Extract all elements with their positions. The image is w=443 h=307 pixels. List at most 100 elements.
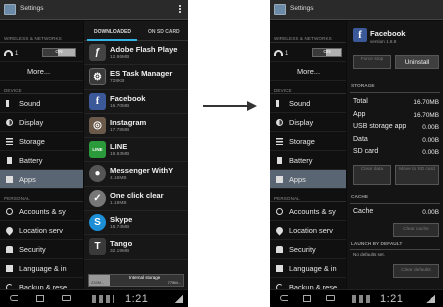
sidebar-item-accounts[interactable]: Accounts & sy xyxy=(0,202,83,221)
app-name: Adobe Flash Playe xyxy=(110,45,178,54)
sidebar-item-storage[interactable]: Storage xyxy=(270,132,346,151)
clock: 1:21 xyxy=(380,293,404,305)
app-icon: ● xyxy=(89,165,106,183)
tab-on-sd-card[interactable]: ON SD CARD xyxy=(148,29,180,35)
section-device: DEVICE xyxy=(0,81,83,94)
app-title: Settings xyxy=(290,5,314,12)
app-name: Instagram xyxy=(110,117,147,127)
apps-icon xyxy=(6,176,13,183)
settings-app-icon[interactable] xyxy=(274,4,286,15)
app-header: f Facebook version 1.8.9 xyxy=(347,21,443,48)
app-name: Skype xyxy=(110,215,133,225)
sidebar-item-sound[interactable]: Sound xyxy=(270,94,346,113)
app-list-item[interactable]: ● Messenger WithY 4.16MB xyxy=(84,162,188,187)
app-size: 32.19MB xyxy=(110,249,130,255)
sidebar-item-language[interactable]: Language & in xyxy=(270,259,346,278)
app-name: Facebook xyxy=(110,93,146,103)
clear-data-button[interactable]: Clear data xyxy=(353,165,391,185)
uninstall-button[interactable]: Uninstall xyxy=(395,55,439,69)
sidebar-item-sound[interactable]: Sound xyxy=(0,94,83,113)
storage-row: Data 0.00B xyxy=(353,135,439,144)
sidebar-item-more[interactable]: More... xyxy=(0,62,83,81)
sidebar-item-location[interactable]: Location serv xyxy=(0,221,83,240)
sidebar-item-battery[interactable]: Battery xyxy=(0,151,83,170)
app-size: 12.86MB xyxy=(110,55,130,60)
app-list-item[interactable]: ƒ Adobe Flash Playe 12.86MB xyxy=(84,41,188,66)
app-size: 16.74MB xyxy=(110,225,130,231)
battery-icon xyxy=(277,157,282,164)
recent-apps-icon[interactable] xyxy=(62,295,71,301)
home-icon[interactable] xyxy=(303,295,311,302)
notification-icons[interactable] xyxy=(352,295,370,303)
comparison-figure: Settings WIRELESS & NETWORKS 1 ON More..… xyxy=(0,0,443,307)
settings-app-icon[interactable] xyxy=(4,4,16,15)
app-list-item[interactable]: T Tango 32.19MB xyxy=(84,235,188,260)
storage-icon xyxy=(6,138,13,145)
sidebar-item-wifi[interactable]: 1 ON xyxy=(0,43,83,62)
battery-icon xyxy=(7,157,12,164)
no-defaults-text: No defaults set. xyxy=(353,252,385,257)
wifi-toggle[interactable]: ON xyxy=(42,48,76,57)
section-wireless: WIRELESS & NETWORKS xyxy=(270,21,346,43)
sound-icon xyxy=(276,100,283,107)
app-size: 728KB xyxy=(110,79,125,85)
sidebar-item-wifi[interactable]: 1 ON xyxy=(270,43,346,62)
app-name: ES Task Manager xyxy=(110,69,173,79)
storage-row: SD card 0.00B xyxy=(353,148,439,156)
clock: 1:21 xyxy=(125,293,149,305)
app-info-screen: Settings WIRELESS & NETWORKS 1 ON More..… xyxy=(270,0,443,307)
sidebar-item-display[interactable]: Display xyxy=(0,113,83,132)
app-icon: LINE xyxy=(89,141,106,159)
home-icon[interactable] xyxy=(36,295,44,302)
clear-defaults-button[interactable]: Clear defaults xyxy=(393,264,439,278)
storage-icon xyxy=(276,138,283,145)
tab-downloaded[interactable]: DOWNLOADED xyxy=(94,29,131,35)
app-icon: S xyxy=(89,214,106,232)
facebook-icon: f xyxy=(353,28,367,42)
wifi-toggle[interactable]: ON xyxy=(312,48,342,57)
sidebar-item-apps[interactable]: Apps xyxy=(0,170,83,189)
app-list-item[interactable]: S Skype 16.74MB xyxy=(84,211,188,236)
overflow-menu-icon[interactable] xyxy=(179,4,182,15)
divider xyxy=(350,92,440,93)
settings-sidebar: WIRELESS & NETWORKS 1 ON More... DEVICE … xyxy=(0,21,83,297)
sidebar-item-more[interactable]: More... xyxy=(270,62,346,81)
app-list-item[interactable]: ◎ Instagram 17.78MB xyxy=(84,114,188,139)
app-icon: T xyxy=(89,238,106,256)
back-icon[interactable] xyxy=(280,295,288,301)
move-to-sd-button[interactable]: Move to SD card xyxy=(395,165,439,185)
app-list-item[interactable]: LINE LINE 19.63MB xyxy=(84,138,188,163)
app-icon: f xyxy=(89,92,106,110)
back-icon[interactable] xyxy=(10,295,18,301)
sidebar-item-accounts[interactable]: Accounts & sy xyxy=(270,202,346,221)
action-bar: Settings xyxy=(0,0,188,20)
sidebar-item-storage[interactable]: Storage xyxy=(0,132,83,151)
force-stop-button[interactable]: Force stop xyxy=(353,55,391,69)
sidebar-item-display[interactable]: Display xyxy=(270,113,346,132)
sidebar-item-battery[interactable]: Battery xyxy=(270,151,346,170)
clear-cache-button[interactable]: Clear cache xyxy=(393,223,439,237)
app-size: 16.70MB xyxy=(110,103,130,109)
sidebar-item-security[interactable]: Security xyxy=(270,240,346,259)
app-icon: ✓ xyxy=(89,189,106,207)
sidebar-item-language[interactable]: Language & in xyxy=(0,259,83,278)
sync-icon xyxy=(276,208,283,215)
section-personal: PERSONAL xyxy=(270,189,346,202)
sidebar-item-security[interactable]: Security xyxy=(0,240,83,259)
wifi-label: 1 xyxy=(285,51,289,57)
app-icon: ƒ xyxy=(89,44,106,61)
app-name: One click clear xyxy=(110,190,164,200)
signal-icon xyxy=(426,295,435,303)
sidebar-item-location[interactable]: Location serv xyxy=(270,221,346,240)
app-list-item[interactable]: ⚙ ES Task Manager 728KB xyxy=(84,65,188,90)
display-icon xyxy=(6,119,13,126)
sidebar-item-apps[interactable]: Apps xyxy=(270,170,346,189)
notification-icons[interactable] xyxy=(92,295,114,303)
app-info-panel: f Facebook version 1.8.9 Force stop Unin… xyxy=(347,21,443,289)
app-list-item[interactable]: f Facebook 16.70MB xyxy=(84,90,188,114)
app-list-item[interactable]: ✓ One click clear 1.18MB xyxy=(84,187,188,212)
section-personal: PERSONAL xyxy=(0,189,83,202)
recent-apps-icon[interactable] xyxy=(326,295,335,301)
language-icon xyxy=(276,265,283,272)
sync-icon xyxy=(6,208,13,215)
